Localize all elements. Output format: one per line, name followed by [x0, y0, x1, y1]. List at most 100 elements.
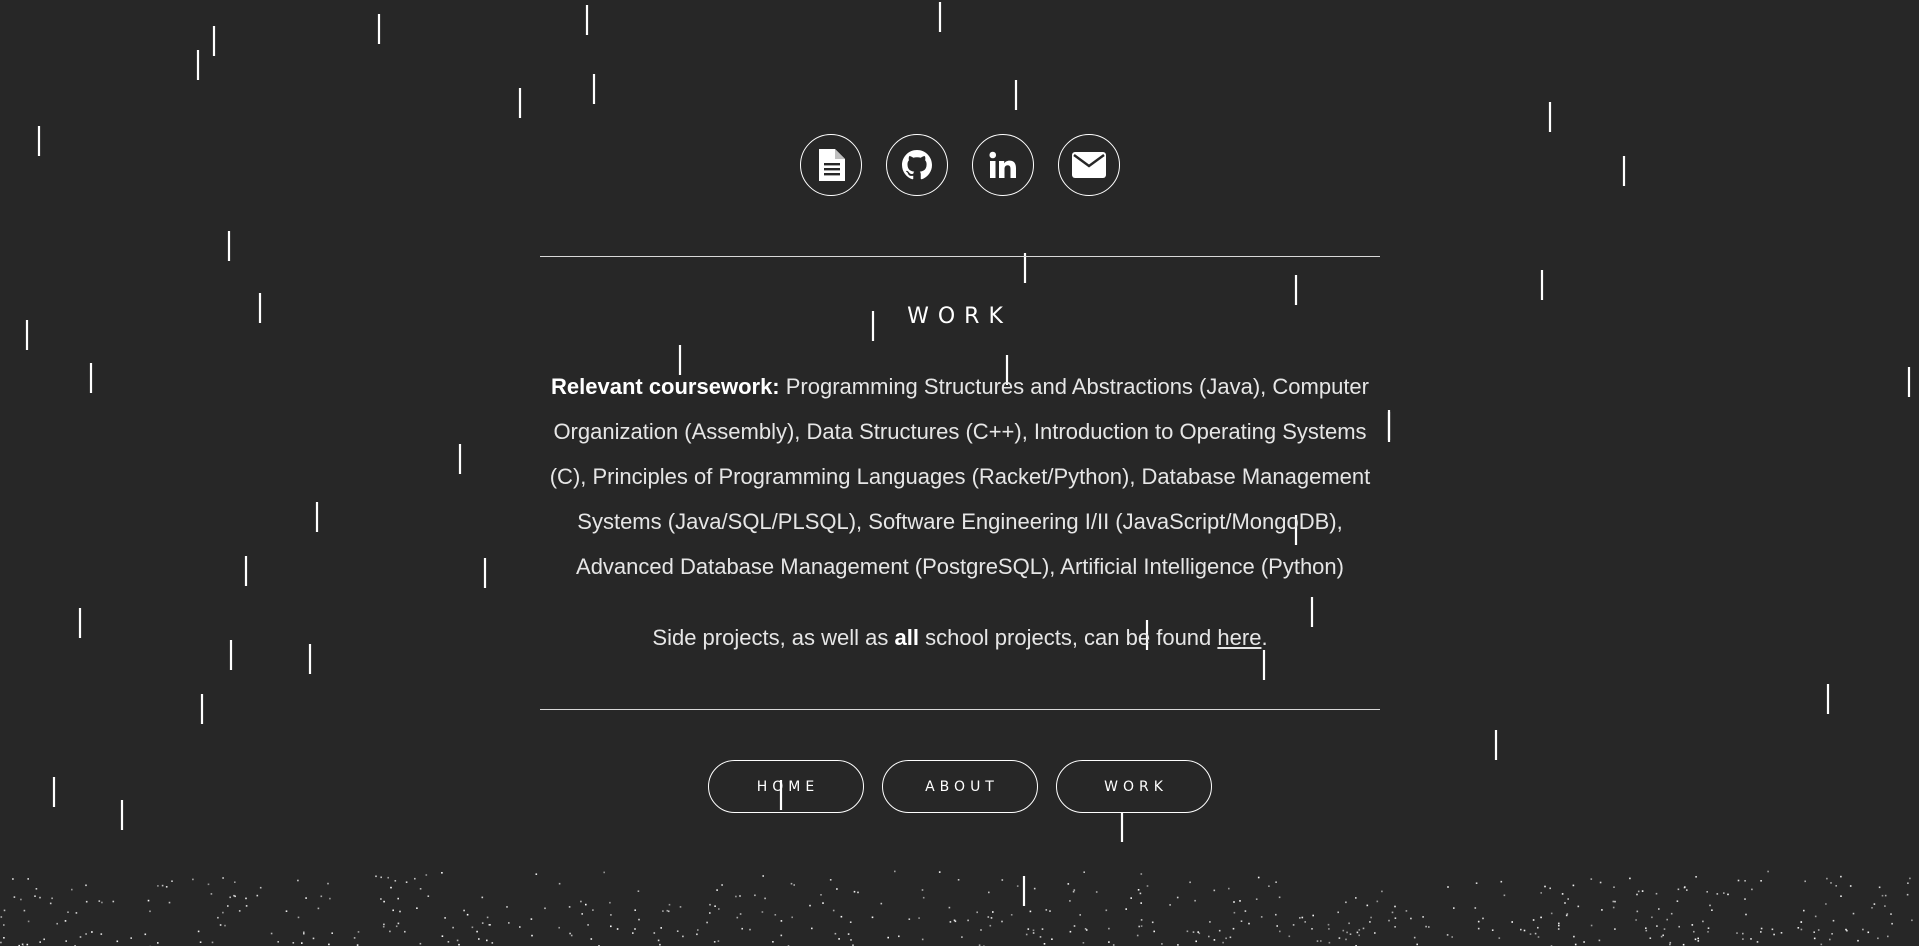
- splash-particle: [481, 922, 484, 924]
- splash-particle: [988, 891, 990, 894]
- splash-particle: [380, 898, 382, 900]
- nav-home-button[interactable]: HOME: [707, 760, 864, 813]
- splash-particle: [35, 888, 38, 890]
- splash-particle: [301, 942, 303, 944]
- splash-particle: [199, 941, 202, 943]
- splash-particle: [957, 879, 960, 881]
- splash-particle: [219, 924, 222, 926]
- nav-work-button[interactable]: WORK: [1055, 760, 1212, 813]
- splash-particle: [1871, 907, 1873, 909]
- splash-particle: [222, 877, 224, 879]
- splash-particle: [1697, 937, 1699, 940]
- splash-particle: [100, 933, 103, 935]
- splash-particle: [987, 916, 990, 918]
- splash-particle: [1072, 890, 1075, 893]
- splash-particle: [1374, 932, 1376, 934]
- splash-particle: [1105, 909, 1108, 912]
- splash-particle: [1537, 926, 1539, 929]
- linkedin-icon: [988, 151, 1016, 178]
- splash-particle: [632, 932, 634, 934]
- splash-particle: [91, 931, 93, 933]
- splash-particle: [1849, 885, 1852, 887]
- splash-particle: [1151, 921, 1154, 924]
- resume-button[interactable]: [799, 134, 862, 196]
- nav-about-button[interactable]: ABOUT: [881, 760, 1038, 813]
- splash-particle: [427, 895, 430, 897]
- splash-particle: [1906, 893, 1909, 896]
- splash-particle: [49, 902, 52, 905]
- splash-particle: [922, 896, 925, 899]
- splash-particle: [210, 893, 213, 895]
- splash-particle: [1366, 904, 1369, 907]
- linkedin-button[interactable]: [971, 134, 1034, 196]
- splash-particle: [1678, 925, 1680, 928]
- splash-particle: [0, 941, 2, 944]
- github-button[interactable]: [885, 134, 948, 196]
- splash-particle: [1108, 941, 1110, 943]
- splash-particle: [954, 920, 957, 923]
- splash-particle: [1817, 929, 1820, 931]
- splash-particle: [1073, 925, 1076, 927]
- splash-particle: [1831, 933, 1833, 935]
- splash-particle: [1082, 942, 1085, 944]
- splash-particle: [1067, 883, 1070, 885]
- splash-particle: [1561, 893, 1564, 895]
- splash-particle: [1820, 943, 1823, 946]
- splash-particle: [1422, 916, 1424, 918]
- side-projects-suffix: .: [1261, 625, 1268, 650]
- splash-particle: [1413, 936, 1416, 939]
- splash-particle: [1511, 921, 1513, 923]
- email-button[interactable]: [1057, 134, 1120, 196]
- splash-particle: [192, 878, 194, 881]
- splash-particle: [1564, 902, 1566, 904]
- splash-particle: [1391, 911, 1394, 914]
- splash-particle: [666, 909, 669, 912]
- splash-particle: [85, 900, 88, 903]
- splash-particle: [1669, 941, 1672, 944]
- splash-particle: [1840, 875, 1842, 878]
- splash-particle: [1197, 931, 1199, 933]
- splash-particle: [749, 928, 751, 931]
- splash-particle: [1566, 913, 1569, 915]
- splash-particle: [780, 920, 783, 922]
- splash-particle: [790, 882, 793, 885]
- splash-particle: [471, 926, 474, 929]
- splash-particle: [1558, 922, 1560, 925]
- splash-particle: [476, 930, 478, 933]
- splash-particle: [1312, 914, 1314, 917]
- splash-particle: [1192, 931, 1195, 933]
- splash-particle: [1186, 930, 1189, 933]
- splash-particle: [850, 939, 852, 941]
- splash-particle: [1707, 931, 1709, 933]
- splash-particle: [245, 905, 248, 907]
- splash-particle: [1804, 880, 1806, 883]
- splash-particle: [1697, 940, 1700, 942]
- splash-particle: [1257, 876, 1260, 879]
- projects-link[interactable]: here: [1217, 625, 1261, 650]
- splash-particle: [327, 882, 329, 885]
- splash-particle: [634, 928, 636, 930]
- splash-particle: [1446, 934, 1449, 936]
- splash-particle: [1829, 938, 1831, 941]
- splash-particle: [161, 884, 164, 887]
- splash-particle: [1279, 930, 1281, 933]
- splash-particle: [389, 930, 391, 933]
- splash-particle: [211, 941, 214, 944]
- splash-particle: [1394, 905, 1396, 908]
- splash-particle: [1032, 929, 1035, 932]
- splash-particle: [404, 930, 406, 933]
- splash-particle: [568, 906, 571, 908]
- splash-particle: [569, 932, 571, 935]
- splash-particle: [676, 930, 679, 932]
- splash-particle: [1255, 898, 1258, 900]
- section-title: WORK: [907, 304, 1012, 329]
- splash-particle: [1140, 902, 1142, 904]
- splash-particle: [224, 924, 226, 927]
- splash-particle: [1370, 916, 1372, 919]
- splash-particle: [1032, 932, 1035, 934]
- splash-particle: [953, 919, 956, 922]
- splash-particle: [405, 881, 408, 883]
- splash-particle: [834, 932, 837, 935]
- splash-particle: [39, 896, 41, 899]
- splash-particle: [112, 900, 115, 903]
